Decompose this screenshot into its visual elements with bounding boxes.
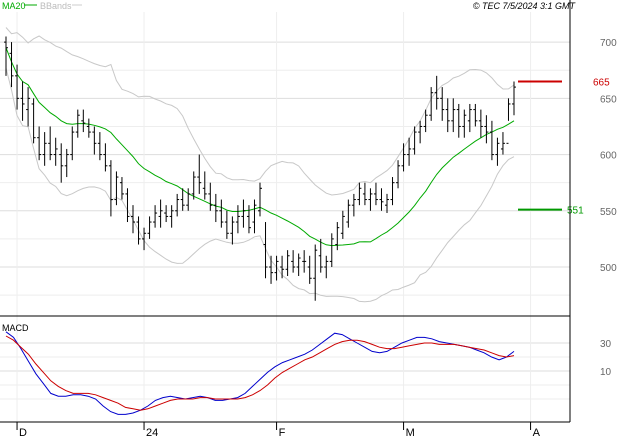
x-tick-label: M bbox=[406, 427, 415, 439]
macd-panel bbox=[0, 318, 570, 422]
price-tick-label: 550 bbox=[600, 207, 617, 218]
source-credit: © TEC 7/5/2024 3:1 GMT bbox=[473, 1, 577, 11]
price-panel bbox=[0, 12, 570, 315]
resistance-level-label: 665 bbox=[593, 77, 610, 88]
x-tick-label: 24 bbox=[146, 427, 158, 439]
ma20-legend: MA20 bbox=[2, 1, 26, 11]
macd-legend: MACD bbox=[2, 323, 29, 333]
price-tick-label: 500 bbox=[600, 263, 617, 274]
macd-tick-label: 10 bbox=[600, 367, 612, 378]
x-tick-label: F bbox=[279, 427, 286, 439]
macd-tick-label: 30 bbox=[600, 339, 612, 350]
price-tick-label: 650 bbox=[600, 94, 617, 105]
stock-chart: 665551 5005506006507001030D24FMAM MA20 B… bbox=[0, 0, 617, 439]
x-tick-label: A bbox=[533, 427, 541, 439]
price-tick-label: 600 bbox=[600, 151, 617, 162]
price-tick-label: 700 bbox=[600, 38, 617, 49]
x-tick-label: D bbox=[19, 427, 27, 439]
bbands-legend: BBands bbox=[40, 1, 72, 11]
